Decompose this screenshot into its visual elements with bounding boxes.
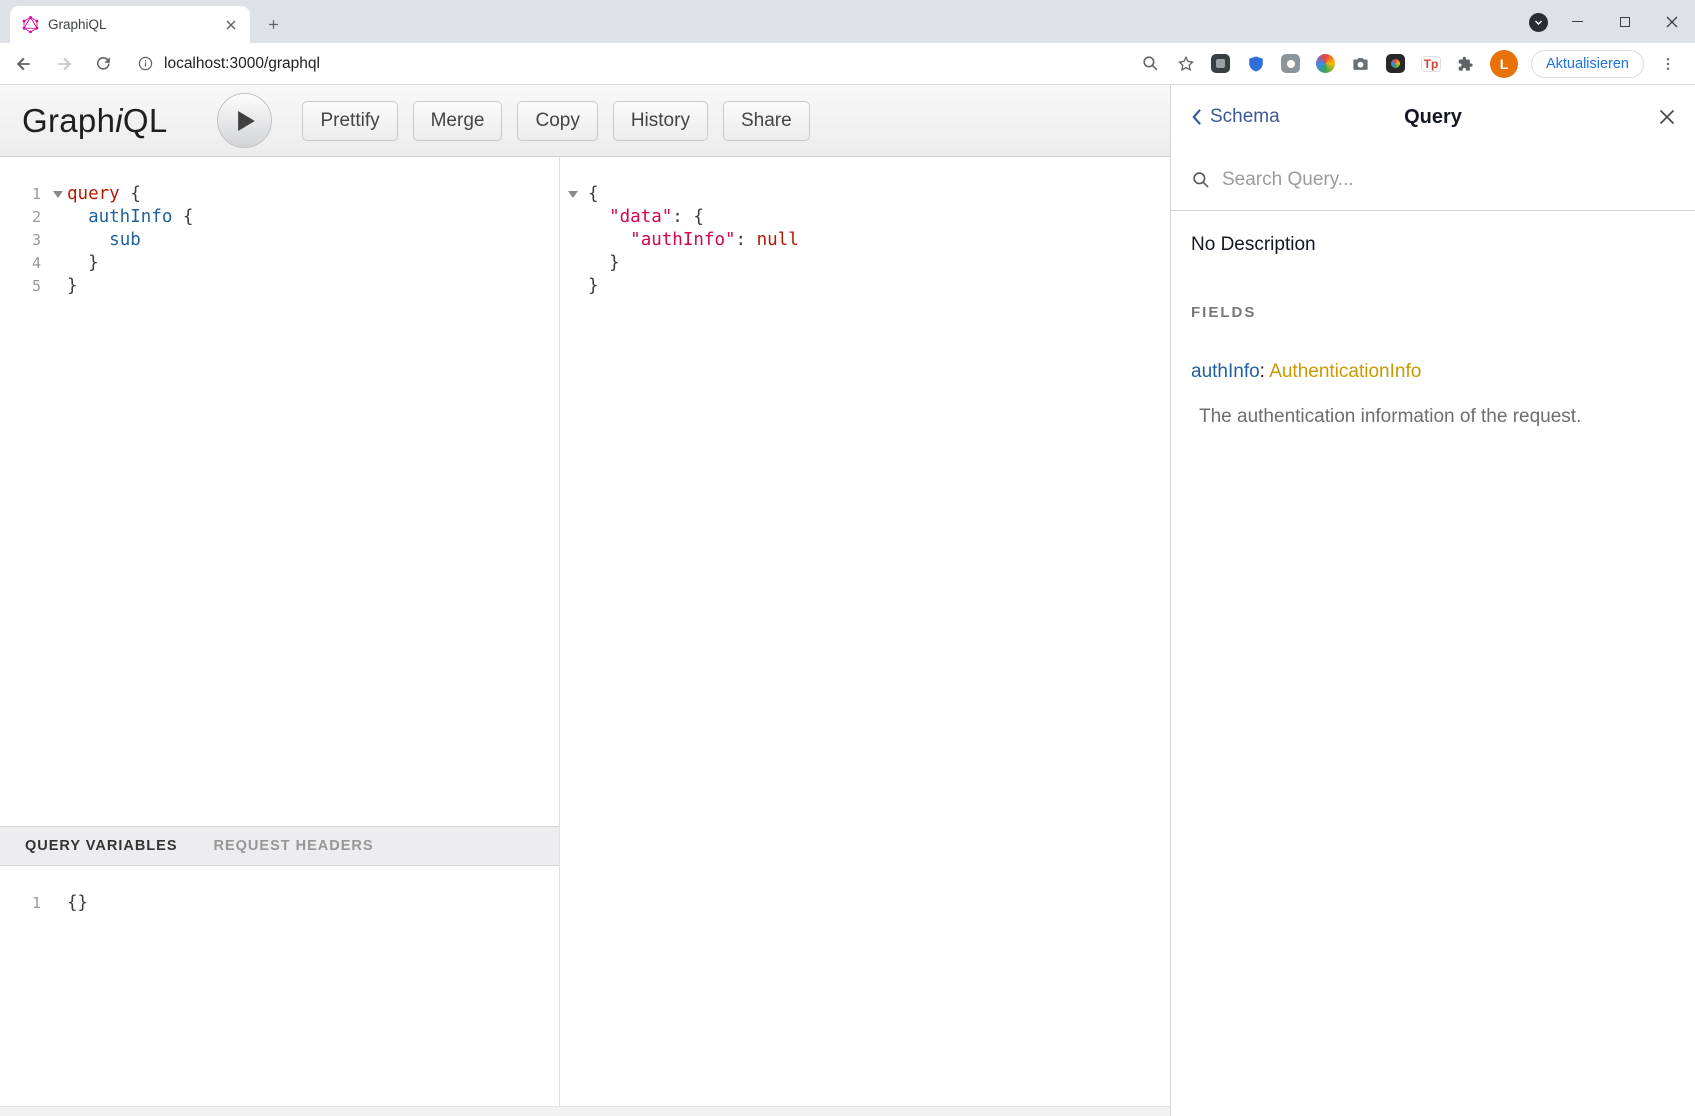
extension-adblock-icon[interactable]	[1210, 53, 1232, 75]
field-colon: :	[1260, 361, 1270, 382]
query-pane: 12345 query { authInfo { sub }} QUERY VA…	[0, 157, 560, 1116]
field-name-link[interactable]: authInfo	[1191, 361, 1260, 382]
reload-button[interactable]	[94, 54, 113, 73]
variables-title-bar: QUERY VARIABLES REQUEST HEADERS	[0, 826, 559, 866]
fold-gutter	[560, 183, 584, 298]
result-viewer[interactable]: { "data": { "authInfo": null }}	[560, 157, 1170, 1116]
share-button[interactable]: Share	[723, 101, 810, 141]
fold-gutter	[51, 183, 67, 298]
extension-tampermonkey-icon[interactable]: Tp	[1420, 53, 1442, 75]
back-button[interactable]	[14, 54, 34, 74]
tab-strip: GraphiQL	[0, 0, 1695, 43]
prettify-button[interactable]: Prettify	[302, 101, 397, 141]
address-bar[interactable]: localhost:3000/graphql	[113, 55, 1140, 73]
minimize-icon	[1572, 21, 1583, 23]
editors-area: 12345 query { authInfo { sub }} QUERY VA…	[0, 157, 1170, 1116]
doc-back-link[interactable]: Schema	[1191, 106, 1280, 128]
browser-menu-icon[interactable]	[1657, 53, 1679, 75]
close-window-button[interactable]	[1648, 0, 1695, 43]
page-info-icon[interactable]	[137, 55, 154, 72]
doc-search-input[interactable]	[1222, 169, 1675, 191]
field-description: The authentication information of the re…	[1199, 406, 1675, 428]
variables-code[interactable]: {}	[67, 892, 88, 915]
line-numbers: 12345	[0, 183, 51, 298]
browser-tab[interactable]: GraphiQL	[10, 6, 250, 43]
query-editor[interactable]: 12345 query { authInfo { sub }}	[0, 157, 559, 826]
tab-query-variables[interactable]: QUERY VARIABLES	[25, 838, 178, 854]
fields-section-title: FIELDS	[1191, 304, 1675, 321]
fold-arrow-icon[interactable]	[53, 191, 63, 198]
extensions-puzzle-icon[interactable]	[1455, 53, 1477, 75]
tab-title: GraphiQL	[48, 17, 213, 32]
doc-explorer-header: Query Schema	[1171, 85, 1695, 149]
browser-window: GraphiQL	[0, 0, 1695, 1116]
merge-button[interactable]: Merge	[413, 101, 503, 141]
fold-arrow-icon[interactable]	[568, 191, 578, 198]
no-description-text: No Description	[1191, 234, 1675, 256]
line-numbers: 1	[0, 892, 51, 915]
maximize-button[interactable]	[1601, 0, 1648, 43]
refresh-page-button[interactable]: Aktualisieren	[1531, 50, 1644, 78]
browser-toolbar: localhost:3000/graphql Tp L A	[0, 43, 1695, 85]
close-icon	[1666, 16, 1678, 28]
profile-avatar[interactable]: L	[1490, 50, 1518, 78]
extension-camera-icon[interactable]	[1350, 53, 1372, 75]
window-controls	[1554, 0, 1695, 43]
history-button[interactable]: History	[613, 101, 708, 141]
graphiql-logo: GraphiQL	[22, 102, 167, 140]
maximize-icon	[1620, 17, 1630, 27]
tab-request-headers[interactable]: REQUEST HEADERS	[214, 838, 374, 854]
close-icon	[1659, 109, 1675, 125]
graphql-favicon-icon	[22, 16, 39, 33]
doc-explorer-body: No Description FIELDS authInfo: Authenti…	[1171, 211, 1695, 428]
doc-explorer-panel: Query Schema No Description FIELDS	[1170, 85, 1695, 1116]
tab-close-icon[interactable]	[222, 16, 240, 34]
tab-search-icon[interactable]	[1529, 13, 1548, 32]
fold-gutter	[51, 892, 67, 915]
variables-editor[interactable]: 1 {}	[0, 866, 559, 1116]
doc-search-bar	[1171, 149, 1695, 211]
extension-photos-icon[interactable]	[1385, 53, 1407, 75]
url-text[interactable]: localhost:3000/graphql	[164, 55, 320, 73]
search-icon	[1191, 170, 1211, 190]
extension-colorwheel-icon[interactable]	[1315, 53, 1337, 75]
field-type-link[interactable]: AuthenticationInfo	[1269, 361, 1421, 382]
result-code: { "data": { "authInfo": null }}	[588, 183, 799, 298]
new-tab-button[interactable]	[258, 9, 288, 39]
bookmark-star-icon[interactable]	[1175, 53, 1197, 75]
horizontal-scrollbar[interactable]	[0, 1106, 1170, 1116]
chevron-left-icon	[1191, 108, 1202, 126]
extension-shield-icon[interactable]	[1245, 53, 1267, 75]
play-icon	[238, 111, 256, 131]
doc-close-button[interactable]	[1659, 109, 1675, 125]
extension-capture-icon[interactable]	[1280, 53, 1302, 75]
forward-button[interactable]	[54, 54, 74, 74]
copy-button[interactable]: Copy	[517, 101, 597, 141]
minimize-button[interactable]	[1554, 0, 1601, 43]
query-code[interactable]: query { authInfo { sub }}	[67, 183, 193, 298]
field-entry: authInfo: AuthenticationInfo	[1191, 361, 1675, 383]
execute-query-button[interactable]	[217, 93, 272, 148]
graphiql-toolbar: GraphiQL Prettify Merge Copy History Sha…	[0, 85, 1170, 157]
zoom-icon[interactable]	[1140, 53, 1162, 75]
